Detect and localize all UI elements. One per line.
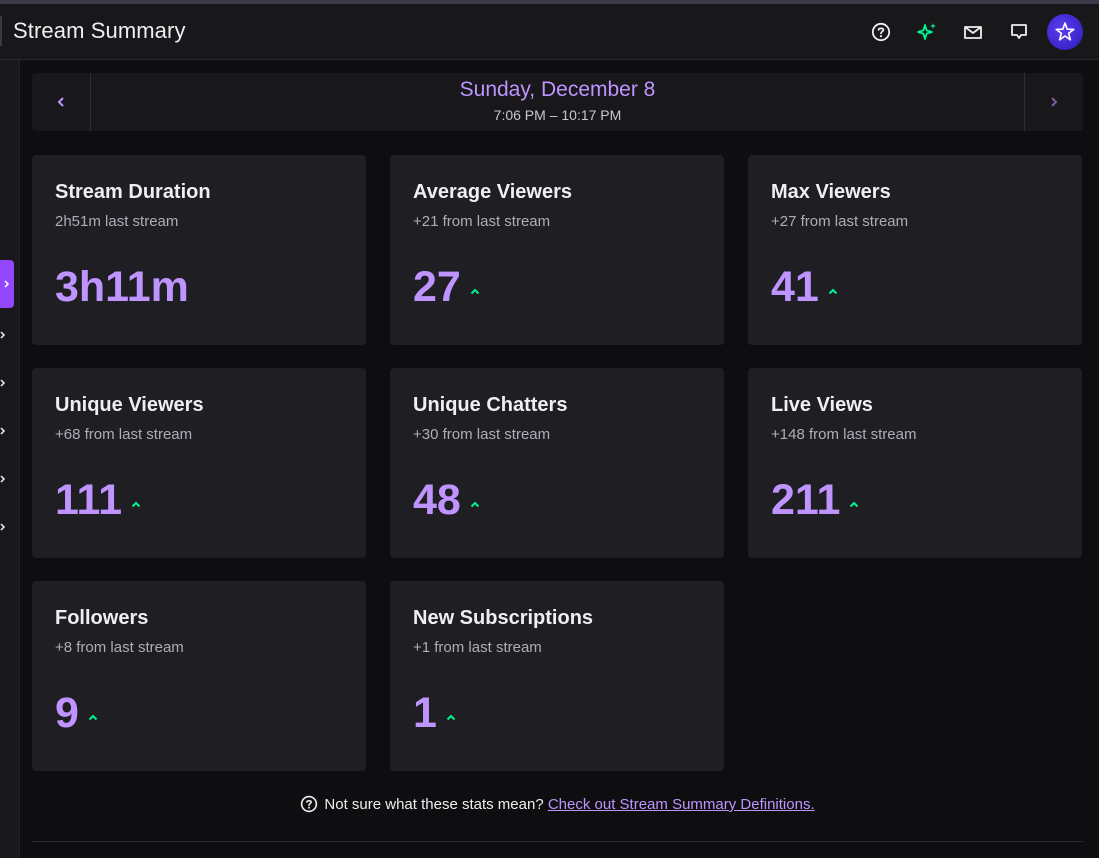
chevron-right-icon <box>0 379 6 387</box>
date-navigator: Sunday, December 8 7:06 PM – 10:17 PM <box>32 73 1083 131</box>
stat-subtitle: +21 from last stream <box>413 213 551 230</box>
stat-card-unique-chatters: Unique Chatters +30 from last stream 48 <box>390 368 724 558</box>
stat-value-text: 3h11m <box>55 263 189 311</box>
stat-value-text: 41 <box>771 263 819 311</box>
sidebar-item-2[interactable] <box>0 326 6 339</box>
help-icon <box>300 795 318 817</box>
stat-subtitle: +68 from last stream <box>55 426 193 443</box>
stat-value-text: 111 <box>55 476 122 524</box>
stat-title: Average Viewers <box>413 181 572 203</box>
stat-value-text: 211 <box>771 476 841 524</box>
stat-card-new-subscriptions: New Subscriptions +1 from last stream 1 <box>390 581 724 771</box>
stat-subtitle: +27 from last stream <box>771 213 909 230</box>
trend-up-icon <box>87 712 99 724</box>
inbox-button[interactable] <box>955 14 991 50</box>
stat-value: 48 <box>413 476 481 525</box>
app-window: Stream Summary Sunday, December 8 7:06 P… <box>0 0 1099 858</box>
chevron-right-icon <box>0 331 6 339</box>
sparkle-icon <box>917 23 936 40</box>
stat-value-text: 9 <box>55 689 79 737</box>
sidebar-item-active[interactable] <box>0 260 14 308</box>
stat-value: 111 <box>55 476 142 525</box>
header-divider <box>0 16 2 46</box>
stream-date: Sunday, December 8 <box>459 78 656 101</box>
stat-subtitle: +30 from last stream <box>413 426 551 443</box>
stat-card-average-viewers: Average Viewers +21 from last stream 27 <box>390 155 724 345</box>
stat-title: Unique Viewers <box>55 394 204 416</box>
sidebar-item-4[interactable] <box>0 422 6 435</box>
page-title: Stream Summary <box>13 18 186 43</box>
whispers-button[interactable] <box>1001 14 1037 50</box>
trend-up-icon <box>469 286 481 298</box>
stat-title: Live Views <box>771 394 873 416</box>
trend-up-icon <box>848 499 860 511</box>
stat-card-max-viewers: Max Viewers +27 from last stream 41 <box>748 155 1082 345</box>
sidebar-item-6[interactable] <box>0 518 6 531</box>
stat-value: 211 <box>771 476 860 525</box>
header-bar: Stream Summary <box>0 4 1099 60</box>
stat-title: Followers <box>55 607 149 629</box>
stat-card-live-views: Live Views +148 from last stream 211 <box>748 368 1082 558</box>
trend-up-icon <box>130 499 142 511</box>
stat-value: 9 <box>55 689 99 738</box>
stat-title: Max Viewers <box>771 181 891 203</box>
chevron-right-icon <box>4 280 10 288</box>
stat-card-unique-viewers: Unique Viewers +68 from last stream 111 <box>32 368 366 558</box>
stat-value-text: 1 <box>413 689 437 737</box>
chevron-right-icon <box>0 523 6 531</box>
help-icon <box>871 22 891 42</box>
stat-subtitle: 2h51m last stream <box>55 213 179 230</box>
avatar-star-icon <box>1055 22 1075 41</box>
whispers-icon <box>1011 24 1027 39</box>
stat-value-text: 27 <box>413 263 461 311</box>
chevron-right-icon <box>1051 97 1058 107</box>
left-sidebar-rail <box>0 60 20 858</box>
stat-subtitle: +8 from last stream <box>55 639 184 656</box>
avatar[interactable] <box>1047 14 1083 50</box>
stat-card-stream-duration: Stream Duration 2h51m last stream 3h11m <box>32 155 366 345</box>
next-stream-button[interactable] <box>1024 73 1083 131</box>
stat-value: 41 <box>771 263 839 312</box>
stat-subtitle: +1 from last stream <box>413 639 542 656</box>
help-question-text: Not sure what these stats mean? <box>324 796 544 813</box>
stat-value-text: 48 <box>413 476 461 524</box>
stat-value: 3h11m <box>55 263 189 312</box>
bottom-divider <box>32 841 1083 842</box>
sparkle-button[interactable] <box>909 14 945 50</box>
stat-value: 1 <box>413 689 457 738</box>
trend-up-icon <box>445 712 457 724</box>
stat-subtitle: +148 from last stream <box>771 426 917 443</box>
header-actions <box>863 14 1083 50</box>
chevron-right-icon <box>0 475 6 483</box>
stat-card-followers: Followers +8 from last stream 9 <box>32 581 366 771</box>
definitions-link[interactable]: Check out Stream Summary Definitions. <box>548 796 815 813</box>
stat-value: 27 <box>413 263 481 312</box>
sidebar-item-5[interactable] <box>0 470 6 483</box>
stat-title: New Subscriptions <box>413 607 594 629</box>
stat-title: Stream Duration <box>55 181 211 203</box>
trend-up-icon <box>469 499 481 511</box>
sidebar-item-3[interactable] <box>0 374 6 387</box>
stream-time-range: 7:06 PM – 10:17 PM <box>493 107 622 123</box>
stats-help-note: Not sure what these stats mean? Check ou… <box>0 795 1099 817</box>
chevron-right-icon <box>0 427 6 435</box>
help-button[interactable] <box>863 14 899 50</box>
stat-title: Unique Chatters <box>413 394 568 416</box>
inbox-icon <box>964 26 982 39</box>
trend-up-icon <box>827 286 839 298</box>
